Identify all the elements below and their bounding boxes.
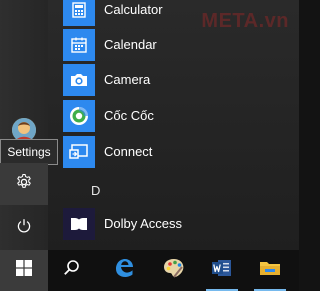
paint-icon	[162, 257, 186, 284]
app-label-calculator: Calculator	[104, 2, 163, 17]
edge-button[interactable]	[100, 250, 148, 291]
word-button[interactable]	[198, 250, 246, 291]
file-explorer-button[interactable]	[246, 250, 294, 291]
app-item-coccoc[interactable]: Cốc Cốc	[63, 100, 283, 132]
gear-icon	[15, 173, 33, 196]
app-label-camera: Camera	[104, 72, 151, 87]
app-item-dolby-access[interactable]: Dolby Access	[63, 208, 283, 240]
section-header-d[interactable]: D	[91, 183, 100, 198]
connect-icon	[63, 136, 95, 168]
edge-icon	[113, 257, 135, 284]
taskbar	[0, 250, 299, 291]
app-item-camera[interactable]: Camera	[63, 64, 283, 96]
app-label-calendar: Calendar	[104, 37, 157, 52]
search-button[interactable]	[48, 250, 96, 291]
app-label-connect: Connect	[104, 144, 153, 159]
word-icon	[211, 258, 233, 283]
app-label-coccoc: Cốc Cốc	[104, 108, 154, 123]
coccoc-icon	[63, 100, 95, 132]
power-button[interactable]	[0, 208, 48, 248]
windows-logo-icon	[16, 260, 32, 281]
app-item-calendar[interactable]: Calendar	[63, 29, 283, 61]
app-label-dolby-access: Dolby Access	[104, 216, 183, 231]
camera-icon	[63, 64, 95, 96]
paint-button[interactable]	[150, 250, 198, 291]
calculator-icon	[63, 0, 95, 26]
start-button[interactable]	[0, 250, 48, 291]
app-item-connect[interactable]: Connect	[63, 136, 283, 168]
power-icon	[16, 218, 32, 239]
folder-icon	[259, 259, 281, 282]
settings-button[interactable]	[0, 163, 48, 205]
app-item-calculator[interactable]: Calculator	[63, 0, 283, 26]
search-icon	[63, 259, 81, 282]
start-menu: META.vn Calculator Calendar Camera Cốc C…	[0, 0, 299, 250]
calendar-icon	[63, 29, 95, 61]
dolby-icon	[63, 208, 95, 240]
settings-tooltip: Settings	[0, 139, 58, 165]
desktop-frame: META.vn Calculator Calendar Camera Cốc C…	[0, 0, 299, 291]
